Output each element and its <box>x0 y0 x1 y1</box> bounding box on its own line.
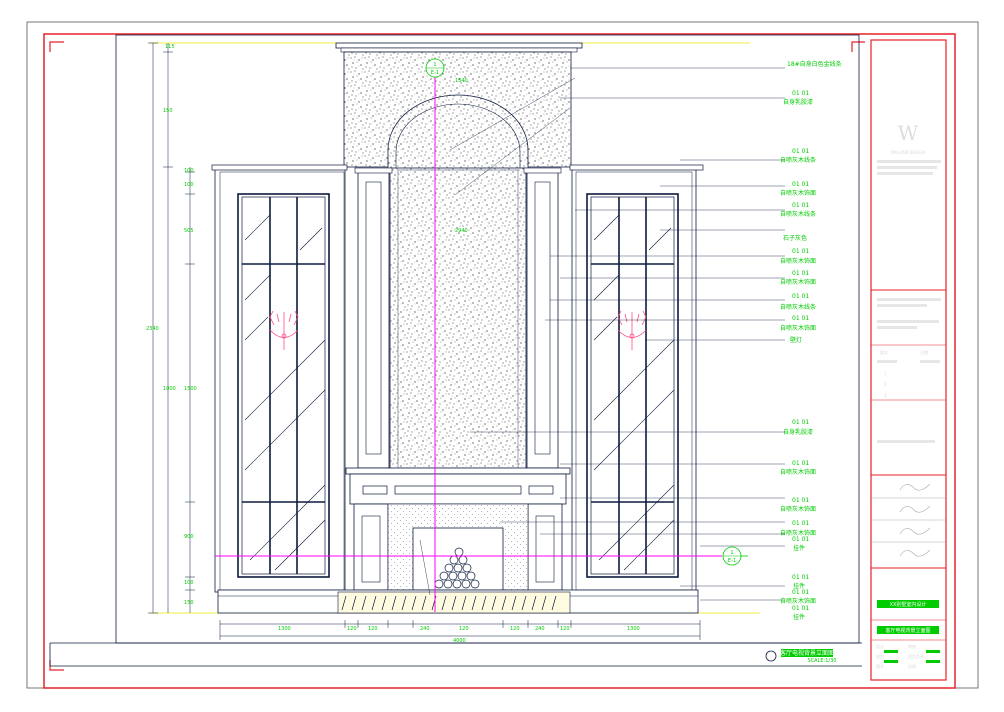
dimension-label: 100 <box>184 182 194 188</box>
annotation: 01 01 <box>792 293 809 300</box>
annotation: 自喷灰木饰面 <box>780 278 816 286</box>
dimension-label: 115 <box>165 44 175 50</box>
annotation: 石子灰色 <box>783 234 807 242</box>
logo-letter: W <box>898 121 919 145</box>
annotation: 01 01 <box>792 520 809 527</box>
annotation: 挂件 <box>793 613 805 621</box>
annotation: 自喷灰木饰面 <box>780 597 816 605</box>
annotation: 01 01 <box>792 202 809 209</box>
left-window <box>237 193 330 578</box>
right-window <box>586 193 679 578</box>
annotation: 01 01 <box>792 248 809 255</box>
annotation: 挂件 <box>793 544 805 552</box>
title-block-row: 日期 <box>920 349 928 355</box>
title-block-row: 版次 <box>880 349 888 355</box>
title-block-label: 设计 <box>876 643 884 649</box>
elevation-marker: 1 E-1 <box>722 546 748 566</box>
dimension-label: 120 <box>347 626 357 632</box>
dimension-label: 1000 <box>163 386 176 392</box>
dimension-label: 1300 <box>627 626 640 632</box>
annotation: 01 01 <box>792 536 809 543</box>
section-marker: 1 E-1 <box>425 58 445 78</box>
section-marker-sheet: E-1 <box>431 70 439 76</box>
sheet-title: 客厅电视背景立面图 <box>780 649 834 657</box>
elevation-marker-sheet: E-1 <box>728 558 736 564</box>
annotation: 01 01 <box>792 574 809 581</box>
dimension-label: 505 <box>184 228 194 234</box>
title-block-label: 校对 <box>876 653 884 659</box>
dimension-label: 900 <box>184 534 194 540</box>
dimension-label: 240 <box>420 626 430 632</box>
dimension-label: 2340 <box>146 326 159 332</box>
elevation-drawing: 1 E-1 1 E-1 18#自身白色金线条 01 01 自身乳胶漆 01 01… <box>26 21 979 689</box>
annotation: 01 01 <box>792 497 809 504</box>
annotation: 18#自身白色金线条 <box>787 60 842 68</box>
annotation: 自喷灰木饰面 <box>780 257 816 265</box>
annotation: 自喷灰木线条 <box>780 156 816 164</box>
dimension-label: 120 <box>510 626 520 632</box>
annotation: 01 01 <box>792 419 809 426</box>
dimension-label: 120 <box>368 626 378 632</box>
title-block-label: 审核 <box>908 643 916 649</box>
scale-note: SCALE:1/30 <box>808 658 837 664</box>
annotation: 自喷灰木饰面 <box>780 505 816 513</box>
right-column <box>523 167 562 469</box>
annotation-column: 18#自身白色金线条 01 01 自身乳胶漆 01 01 自喷灰木线条 01 0… <box>780 60 842 621</box>
annotation: 自身乳胶漆 <box>783 98 813 106</box>
annotation: 自喷灰木饰面 <box>780 324 816 332</box>
dimension-label: 2940 <box>455 228 468 234</box>
dimension-label: 1340 <box>455 78 468 84</box>
annotation: 自身乳胶漆 <box>783 428 813 436</box>
title-block-label: 比例 <box>908 663 916 669</box>
dimension-label: 120 <box>459 626 469 632</box>
dimension-label: 150 <box>184 600 194 606</box>
annotation: 01 01 <box>792 589 809 596</box>
drawing-title: 客厅电视背景立面图 SCALE:1/30 <box>765 649 837 664</box>
annotation: 自喷灰木线条 <box>780 210 816 218</box>
crown-molding <box>335 42 583 49</box>
project-name: XX别墅室内设计 <box>890 601 927 608</box>
dimension-label: 1300 <box>278 626 291 632</box>
elevation-marker-number: 1 <box>730 550 733 556</box>
dimension-label: 4000 <box>453 638 466 644</box>
annotation: 自喷灰木饰面 <box>780 468 816 476</box>
title-block-label: 项目负责 <box>908 653 924 659</box>
dimension-label: 1500 <box>184 386 197 392</box>
annotation: 01 01 <box>792 270 809 277</box>
dimension-label: 120 <box>560 626 570 632</box>
dimension-label: 100 <box>184 168 194 174</box>
drawing-name: 客厅电视背景立面图 <box>885 627 930 634</box>
annotation: 01 01 <box>792 181 809 188</box>
annotation: 01 01 <box>792 148 809 155</box>
annotation: 壁灯 <box>790 336 802 344</box>
title-block-label: 图号 <box>876 663 884 669</box>
dimension-label: 240 <box>535 626 545 632</box>
dimension-label: 100 <box>184 580 194 586</box>
left-column <box>354 167 393 469</box>
annotation: 自喷灰木饰面 <box>780 189 816 197</box>
annotation: 自喷灰木线条 <box>780 303 816 311</box>
title-block: W WILLIAM DESIGN 版次 日期 1 2 3 XX别墅室内设计 客厅… <box>870 39 947 681</box>
annotation: 01 01 <box>792 605 809 612</box>
section-marker-number: 1 <box>433 62 436 68</box>
annotation: 01 01 <box>792 460 809 467</box>
annotation: 01 01 <box>792 90 809 97</box>
dimension-label: 150 <box>163 108 173 114</box>
company-name: WILLIAM DESIGN <box>891 150 925 155</box>
annotation: 01 01 <box>792 315 809 322</box>
